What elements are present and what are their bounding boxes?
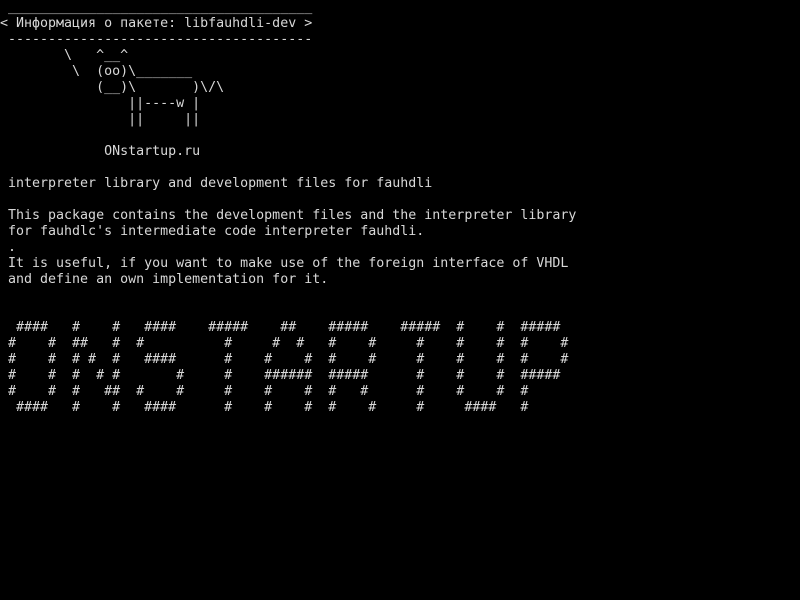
cow-ascii-line-1: \ ^__^ — [0, 48, 129, 63]
cow-ascii-line-3: (__)\ )\/\ — [0, 80, 225, 95]
banner-line-5: # # # ## # # # # # # # # # # # — [0, 384, 529, 399]
cow-ascii-line-5: || || — [0, 112, 201, 127]
package-description-2: for fauhdlc's intermediate code interpre… — [0, 224, 425, 239]
cow-ascii-line-4: ||----w | — [0, 96, 201, 111]
package-description-dot: . — [0, 240, 17, 255]
banner-line-6: #### # # #### # # # # # # #### # — [0, 400, 529, 415]
terminal-screen[interactable]: ______________________________________ <… — [0, 0, 800, 600]
package-description-1: This package contains the development fi… — [0, 208, 577, 223]
cowsay-top-border: ______________________________________ — [0, 0, 313, 15]
cowsay-message: < Информация о пакете: libfauhdli-dev > — [0, 16, 313, 31]
package-description-4: and define an own implementation for it. — [0, 272, 329, 287]
banner-line-2: # # ## # # # # # # # # # # # # — [0, 336, 569, 351]
package-summary: interpreter library and development file… — [0, 176, 433, 191]
banner-line-4: # # # # # # # ###### ##### # # # ##### — [0, 368, 561, 383]
cow-ascii-line-2: \ (oo)\_______ — [0, 64, 193, 79]
site-credit: ONstartup.ru — [0, 144, 201, 159]
cowsay-bottom-border: -------------------------------------- — [0, 32, 313, 47]
banner-line-1: #### # # #### ##### ## ##### ##### # # #… — [0, 320, 561, 335]
package-description-3: It is useful, if you want to make use of… — [0, 256, 569, 271]
banner-line-3: # # # # # #### # # # # # # # # # # — [0, 352, 569, 367]
